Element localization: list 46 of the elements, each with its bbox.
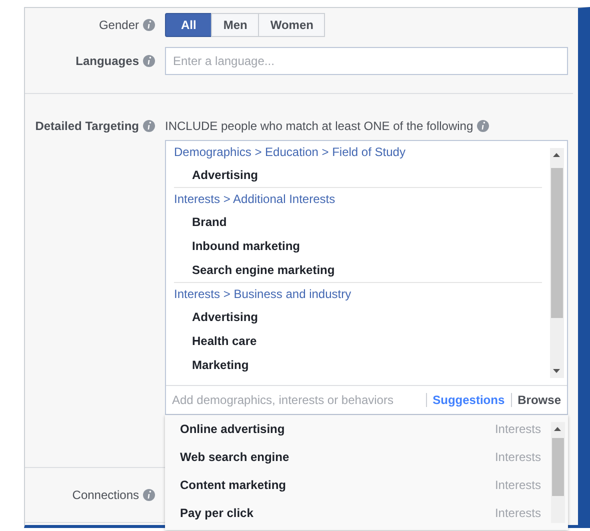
selected-interest[interactable]: Advertising (174, 305, 542, 329)
languages-label: Languages (76, 54, 139, 68)
suggestion-item[interactable]: Web search engine Interests (165, 443, 551, 471)
suggestion-item[interactable]: Pay per click Interests (165, 499, 551, 527)
targeting-search-field[interactable]: Add demographics, interests or behaviors (172, 393, 420, 407)
selected-interest[interactable]: Brand (174, 210, 542, 234)
suggestion-name: Pay per click (180, 506, 254, 520)
suggestion-name: Content marketing (180, 478, 286, 492)
info-icon[interactable] (477, 120, 490, 132)
detailed-targeting-label: Detailed Targeting (35, 119, 139, 133)
scrollbar-thumb[interactable] (552, 438, 564, 496)
info-icon[interactable] (143, 19, 155, 31)
selected-interest[interactable]: Marketing (174, 353, 542, 377)
info-icon[interactable] (143, 120, 155, 132)
selected-interest[interactable]: Inbound marketing (174, 234, 542, 258)
up-arrow-icon[interactable] (554, 427, 561, 431)
suggestion-category: Interests (494, 506, 541, 520)
suggestion-category: Interests (494, 422, 541, 436)
suggestion-item[interactable]: Online advertising Interests (165, 415, 551, 443)
scrollbar[interactable] (551, 422, 565, 523)
suggestion-category: Interests (494, 478, 541, 492)
suggestion-name: Online advertising (180, 422, 285, 436)
info-icon[interactable] (143, 489, 155, 501)
gender-option[interactable]: Women (258, 13, 326, 37)
up-arrow-icon[interactable] (553, 153, 560, 157)
selected-interest[interactable]: Advertising (174, 163, 542, 187)
include-text: INCLUDE people who match at least ONE of the following (165, 119, 474, 133)
scrollbar-thumb[interactable] (551, 168, 563, 318)
selected-interest[interactable]: Search engine marketing (174, 258, 542, 282)
scrollbar[interactable] (550, 148, 564, 378)
suggestion-name: Web search engine (180, 450, 290, 464)
category-path: Interests > Business and industry (174, 286, 352, 303)
suggestion-item[interactable]: Content marketing Interests (165, 471, 551, 499)
gender-label: Gender (98, 18, 139, 32)
language-input-field[interactable]: Enter a language... (165, 47, 568, 75)
connections-label: Connections (72, 488, 139, 502)
info-icon[interactable] (143, 55, 155, 67)
browse-link[interactable]: Browse (518, 393, 561, 407)
browse-link[interactable]: Suggestions (432, 393, 505, 407)
gender-option[interactable]: Men (211, 13, 260, 37)
category-path: Interests > Additional Interests (174, 191, 336, 208)
selected-interest[interactable]: Health care (174, 329, 542, 353)
down-arrow-icon[interactable] (553, 369, 560, 373)
suggestion-category: Interests (494, 450, 541, 464)
gender-option[interactable]: All (165, 13, 212, 37)
category-path: Demographics > Education > Field of Study (174, 144, 406, 161)
